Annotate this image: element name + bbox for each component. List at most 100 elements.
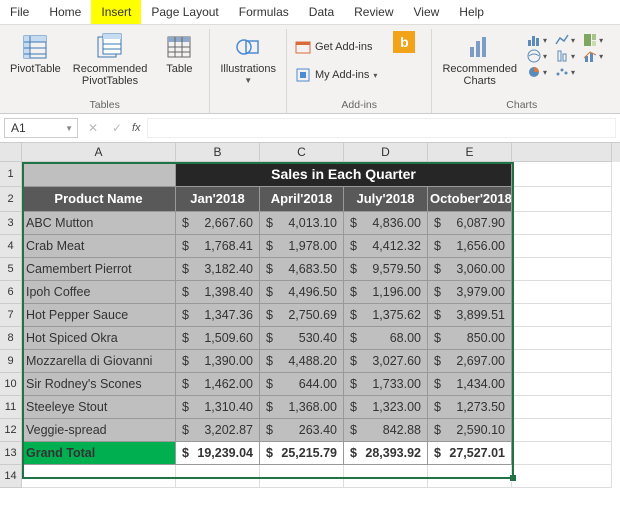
row-header[interactable]: 9 (0, 350, 22, 373)
row-header[interactable]: 12 (0, 419, 22, 442)
row-header[interactable]: 8 (0, 327, 22, 350)
my-addins-button[interactable]: My Add-ins ▾ (295, 65, 377, 85)
empty-cell[interactable] (260, 465, 344, 488)
row-header[interactable]: 5 (0, 258, 22, 281)
fx-icon[interactable]: fx (132, 122, 141, 134)
get-addins-button[interactable]: Get Add-ins (295, 37, 377, 57)
product-name-cell[interactable]: Veggie-spread (22, 419, 176, 442)
line-chart-button[interactable]: ▾ (555, 33, 575, 47)
empty-cell[interactable] (512, 465, 612, 488)
data-cell[interactable]: $1,978.00 (260, 235, 344, 258)
table-title[interactable] (22, 162, 176, 187)
data-cell[interactable]: $3,202.87 (176, 419, 260, 442)
empty-cell[interactable] (512, 327, 612, 350)
data-cell[interactable]: $2,750.69 (260, 304, 344, 327)
data-cell[interactable]: $1,656.00 (428, 235, 512, 258)
data-cell[interactable]: $644.00 (260, 373, 344, 396)
data-cell[interactable]: $3,027.60 (344, 350, 428, 373)
col-header[interactable]: C (260, 143, 344, 162)
row-header[interactable]: 3 (0, 212, 22, 235)
col-header[interactable]: D (344, 143, 428, 162)
empty-cell[interactable] (176, 465, 260, 488)
empty-cell[interactable] (344, 465, 428, 488)
data-cell[interactable]: $850.00 (428, 327, 512, 350)
row-header[interactable]: 13 (0, 442, 22, 465)
recommended-pivottables-button[interactable]: Recommended PivotTables (71, 31, 150, 89)
empty-cell[interactable] (512, 442, 612, 465)
data-cell[interactable]: $1,509.60 (176, 327, 260, 350)
menu-data[interactable]: Data (299, 0, 344, 24)
data-cell[interactable]: $68.00 (344, 327, 428, 350)
empty-cell[interactable] (512, 187, 612, 212)
row-header[interactable]: 7 (0, 304, 22, 327)
data-cell[interactable]: $3,979.00 (428, 281, 512, 304)
cancel-formula-button[interactable]: ✕ (84, 121, 102, 135)
product-name-cell[interactable]: Mozzarella di Giovanni (22, 350, 176, 373)
empty-cell[interactable] (22, 465, 176, 488)
empty-cell[interactable] (512, 304, 612, 327)
stats-chart-button[interactable]: ▾ (555, 49, 575, 63)
row-header[interactable]: 6 (0, 281, 22, 304)
column-header-cell[interactable]: April'2018 (260, 187, 344, 212)
menu-home[interactable]: Home (39, 0, 91, 24)
grand-total-cell[interactable]: $27,527.01 (428, 442, 512, 465)
table-button[interactable]: Table (157, 31, 201, 77)
empty-cell[interactable] (512, 281, 612, 304)
name-box[interactable]: A1 ▼ (4, 118, 78, 138)
data-cell[interactable]: $4,496.50 (260, 281, 344, 304)
data-cell[interactable]: $2,667.60 (176, 212, 260, 235)
grand-total-cell[interactable]: $28,393.92 (344, 442, 428, 465)
empty-cell[interactable] (428, 465, 512, 488)
data-cell[interactable]: $3,182.40 (176, 258, 260, 281)
data-cell[interactable]: $1,347.36 (176, 304, 260, 327)
row-header[interactable]: 2 (0, 187, 22, 212)
data-cell[interactable]: $3,899.51 (428, 304, 512, 327)
data-cell[interactable]: $1,733.00 (344, 373, 428, 396)
pivottable-button[interactable]: PivotTable (8, 31, 63, 77)
column-header-cell[interactable]: Jan'2018 (176, 187, 260, 212)
data-cell[interactable]: $3,060.00 (428, 258, 512, 281)
menu-insert[interactable]: Insert (91, 0, 141, 24)
column-chart-button[interactable]: ▾ (527, 33, 547, 47)
pie-chart-button[interactable]: ▾ (527, 65, 547, 79)
formula-input[interactable] (147, 118, 616, 138)
data-cell[interactable]: $4,683.50 (260, 258, 344, 281)
product-name-cell[interactable]: Hot Pepper Sauce (22, 304, 176, 327)
empty-cell[interactable] (512, 235, 612, 258)
menu-page-layout[interactable]: Page Layout (141, 0, 228, 24)
select-all-corner[interactable] (0, 143, 22, 162)
empty-cell[interactable] (512, 396, 612, 419)
menu-view[interactable]: View (404, 0, 450, 24)
menu-file[interactable]: File (0, 0, 39, 24)
menu-formulas[interactable]: Formulas (229, 0, 299, 24)
col-header[interactable]: A (22, 143, 176, 162)
empty-cell[interactable] (512, 419, 612, 442)
column-header-cell[interactable]: July'2018 (344, 187, 428, 212)
empty-cell[interactable] (512, 350, 612, 373)
data-cell[interactable]: $1,323.00 (344, 396, 428, 419)
col-header[interactable]: E (428, 143, 512, 162)
grand-total-cell[interactable]: $25,215.79 (260, 442, 344, 465)
data-cell[interactable]: $4,488.20 (260, 350, 344, 373)
data-cell[interactable]: $2,697.00 (428, 350, 512, 373)
illustrations-button[interactable]: Illustrations ▼ (218, 31, 278, 89)
data-cell[interactable]: $263.40 (260, 419, 344, 442)
product-name-cell[interactable]: ABC Mutton (22, 212, 176, 235)
empty-cell[interactable] (512, 373, 612, 396)
recommended-charts-button[interactable]: Recommended Charts (440, 31, 519, 89)
row-header[interactable]: 10 (0, 373, 22, 396)
data-cell[interactable]: $842.88 (344, 419, 428, 442)
column-header-cell[interactable]: Product Name (22, 187, 176, 212)
row-header[interactable]: 4 (0, 235, 22, 258)
data-cell[interactable]: $4,836.00 (344, 212, 428, 235)
table-title[interactable]: Sales in Each Quarter (176, 162, 512, 187)
data-cell[interactable]: $4,013.10 (260, 212, 344, 235)
menu-review[interactable]: Review (344, 0, 403, 24)
data-cell[interactable]: $2,590.10 (428, 419, 512, 442)
menu-help[interactable]: Help (449, 0, 494, 24)
data-cell[interactable]: $1,310.40 (176, 396, 260, 419)
data-cell[interactable]: $1,196.00 (344, 281, 428, 304)
product-name-cell[interactable]: Hot Spiced Okra (22, 327, 176, 350)
data-cell[interactable]: $1,768.41 (176, 235, 260, 258)
product-name-cell[interactable]: Steeleye Stout (22, 396, 176, 419)
